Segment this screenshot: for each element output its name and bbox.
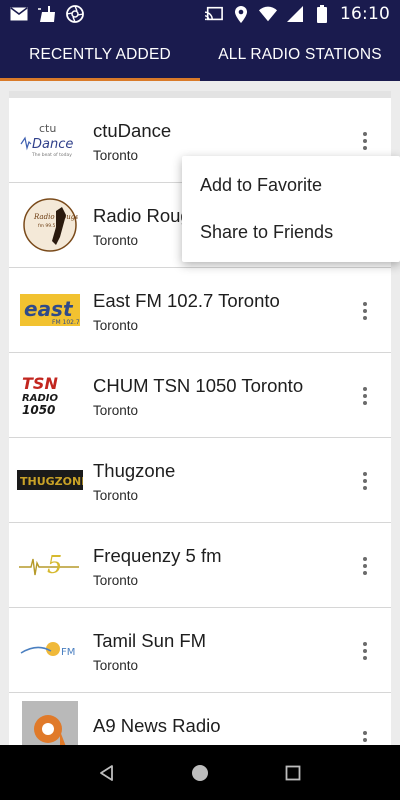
station-city: Toronto: [93, 403, 139, 418]
station-city: Toronto: [93, 488, 139, 503]
station-options-menu: Add to Favorite Share to Friends: [182, 156, 400, 262]
tsn-radio-logo: TSN RADIO 1050: [17, 367, 83, 423]
station-row-tamil-sun-fm[interactable]: FM Tamil Sun FM Toronto: [9, 608, 391, 693]
menu-item-share-to-friends[interactable]: Share to Friends: [182, 209, 400, 256]
back-icon[interactable]: [87, 753, 127, 793]
tamil-sun-logo-fm: FM: [61, 647, 75, 658]
station-name: A9 News Radio: [93, 715, 221, 736]
station-row-chum-tsn[interactable]: TSN RADIO 1050 CHUM TSN 1050 Toronto Tor…: [9, 353, 391, 438]
ctudance-logo-dance: Dance: [32, 137, 73, 152]
thugzone-logo: THUGZONE: [17, 452, 83, 508]
thugzone-logo-word: THUGZONE: [20, 475, 83, 488]
mail-icon: [10, 5, 28, 23]
station-city: Toronto: [93, 573, 139, 588]
more-options-icon[interactable]: [353, 638, 377, 664]
more-options-icon[interactable]: [353, 727, 377, 745]
frequenzy-logo-five: 5: [47, 551, 62, 579]
wifi-icon: [259, 5, 277, 23]
cast-icon: [205, 5, 223, 23]
status-time: 16:10: [340, 4, 390, 24]
east-fm-logo-freq: FM 102.7: [52, 319, 80, 326]
radio-rouge-logo: Radio Rouge fm 99.5: [17, 197, 83, 253]
station-city: Toronto: [93, 318, 139, 333]
cleaner-icon: [38, 5, 56, 23]
station-name: ctuDance: [93, 120, 172, 141]
navigation-bar: [0, 745, 400, 800]
battery-icon: [313, 5, 331, 23]
a9-news-logo: [17, 701, 83, 745]
station-city: Toronto: [93, 148, 139, 163]
frequenzy-logo: 5: [17, 537, 83, 593]
tab-recently-added[interactable]: RECENTLY ADDED: [0, 28, 200, 81]
more-options-icon[interactable]: [353, 468, 377, 494]
tamil-sun-logo: FM: [17, 622, 83, 678]
ctudance-logo: ctu Dance The beat of today: [17, 112, 83, 168]
station-name: East FM 102.7 Toronto: [93, 290, 280, 311]
more-options-icon[interactable]: [353, 128, 377, 154]
tsn-logo-tsn: TSN: [22, 374, 58, 393]
station-row-thugzone[interactable]: THUGZONE Thugzone Toronto: [9, 438, 391, 523]
ctudance-logo-ctu: ctu: [39, 122, 56, 135]
tsn-logo-freq: 1050: [22, 403, 55, 417]
station-city: Toronto: [93, 233, 139, 248]
ctudance-logo-tagline: The beat of today: [31, 152, 72, 158]
station-row-a9-news[interactable]: A9 News Radio: [9, 693, 391, 745]
status-bar: 16:10: [0, 0, 400, 28]
recents-icon[interactable]: [273, 753, 313, 793]
station-name: CHUM TSN 1050 Toronto: [93, 375, 304, 396]
signal-icon: [286, 5, 304, 23]
east-fm-logo: east FM 102.7: [17, 282, 83, 338]
home-icon[interactable]: [180, 753, 220, 793]
more-options-icon[interactable]: [353, 553, 377, 579]
station-city: Toronto: [93, 658, 139, 673]
location-icon: [232, 5, 250, 23]
station-name: Thugzone: [93, 460, 176, 481]
station-row-frequenzy[interactable]: 5 Frequenzy 5 fm Toronto: [9, 523, 391, 608]
east-fm-logo-word: east: [24, 297, 74, 321]
camera-aperture-icon: [66, 5, 84, 23]
more-options-icon[interactable]: [353, 383, 377, 409]
more-options-icon[interactable]: [353, 298, 377, 324]
menu-item-add-to-favorite[interactable]: Add to Favorite: [182, 162, 400, 209]
station-name: Tamil Sun FM: [93, 630, 207, 651]
station-name: Frequenzy 5 fm: [93, 545, 222, 566]
tab-all-radio-stations[interactable]: ALL RADIO STATIONS: [200, 28, 400, 81]
radio-rouge-logo-title: Radio Rouge: [33, 213, 78, 221]
tab-bar: RECENTLY ADDED ALL RADIO STATIONS: [0, 28, 400, 81]
station-row-east-fm[interactable]: east FM 102.7 East FM 102.7 Toronto Toro…: [9, 268, 391, 353]
radio-rouge-logo-freq: fm 99.5: [38, 223, 56, 229]
